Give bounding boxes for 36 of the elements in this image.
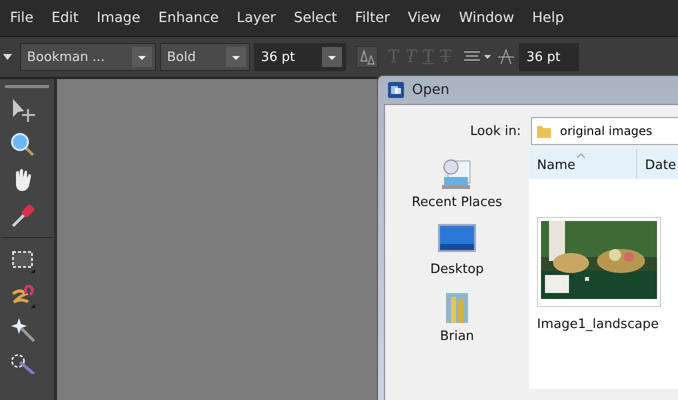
menu-item[interactable]: Image <box>96 10 150 26</box>
menu-item[interactable]: Edit <box>51 10 89 26</box>
menu-item[interactable]: Window <box>458 10 524 26</box>
app-icon <box>388 82 404 98</box>
menu-item[interactable]: File <box>10 10 44 26</box>
dropdown-icon[interactable] <box>3 54 12 60</box>
menu-item[interactable]: Help <box>532 10 574 26</box>
menu-item[interactable]: Layer <box>236 10 286 26</box>
move-tool-icon[interactable] <box>10 97 36 123</box>
menu-item[interactable]: View <box>408 10 451 26</box>
magic-wand-tool-icon[interactable] <box>10 317 36 343</box>
column-header[interactable]: Date <box>637 149 678 179</box>
quick-selection-tool-icon[interactable] <box>10 352 36 374</box>
folder-icon <box>536 123 552 139</box>
font-family-dropdown[interactable]: Bookman ... <box>20 43 156 71</box>
eyedropper-tool-icon[interactable] <box>10 202 36 228</box>
sort-icon <box>577 153 585 158</box>
zoom-tool-icon[interactable] <box>10 132 36 158</box>
look-in-label: Look in: <box>469 124 521 138</box>
anti-alias-icon[interactable] <box>356 46 378 68</box>
font-size-dropdown[interactable]: 36 pt <box>254 43 346 71</box>
leading-dropdown[interactable]: 36 pt <box>519 43 580 71</box>
menu-item[interactable]: Enhance <box>158 10 229 26</box>
look-in-dropdown[interactable]: original images <box>531 117 678 145</box>
dialog-title: Open <box>412 82 450 98</box>
place-item[interactable]: Brian <box>440 289 474 344</box>
caret-icon <box>132 47 152 67</box>
caret-icon <box>322 47 342 67</box>
font-style-dropdown[interactable]: Bold <box>160 43 250 71</box>
menu-item[interactable]: Select <box>294 10 348 26</box>
caret-icon <box>226 47 246 67</box>
leading-icon <box>497 48 516 66</box>
place-item[interactable]: Recent Places <box>412 157 502 210</box>
place-item[interactable]: Desktop <box>430 222 484 277</box>
column-header[interactable]: Name <box>529 149 637 179</box>
menu-item[interactable]: Filter <box>355 10 400 26</box>
